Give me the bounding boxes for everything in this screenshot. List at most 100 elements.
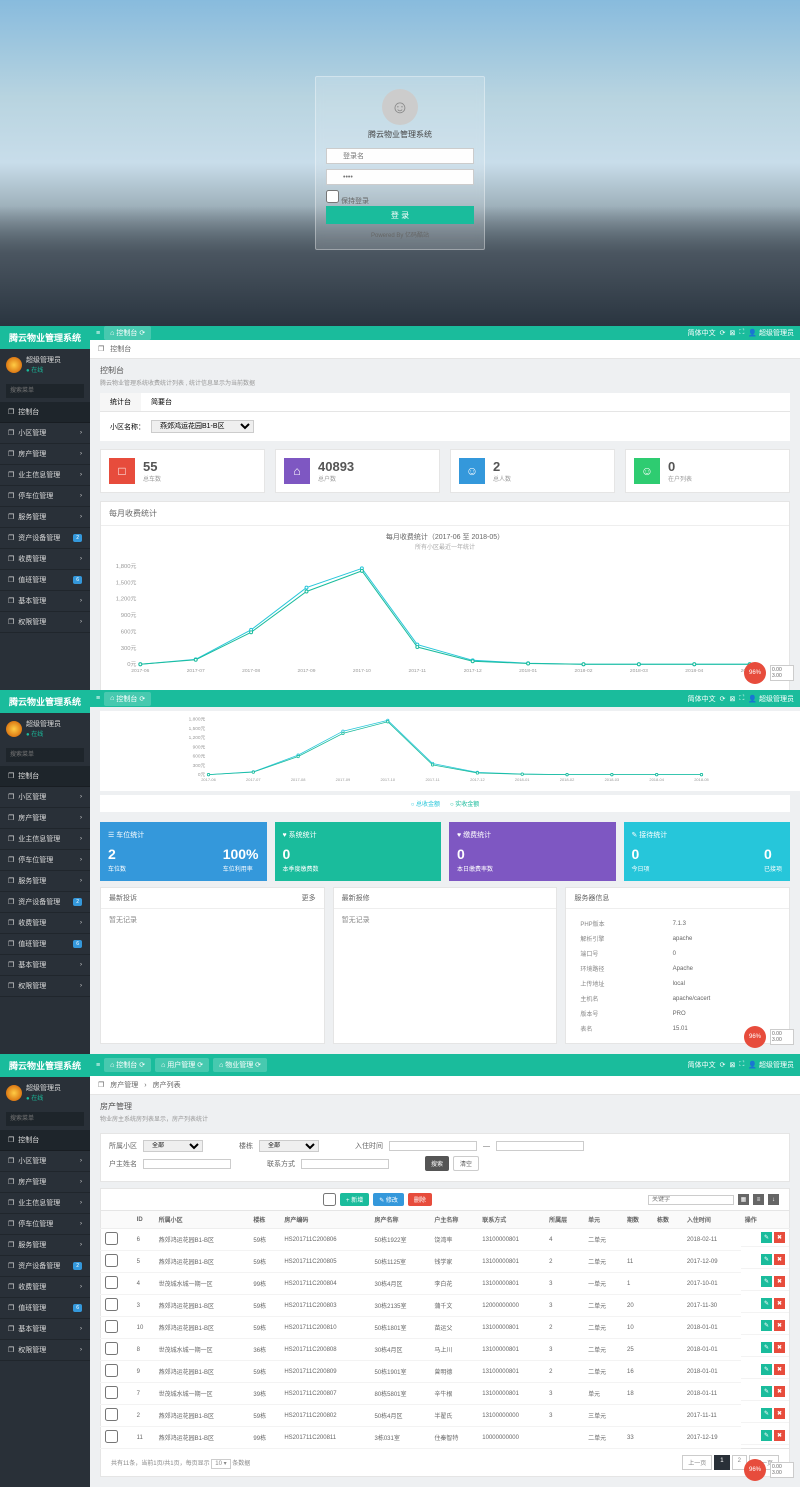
export-icon[interactable]: ↓ <box>768 1194 779 1205</box>
tab-1[interactable]: ⌂ 用户管理 ⟳ <box>155 1058 209 1072</box>
row-checkbox[interactable] <box>105 1342 118 1355</box>
page-size-select[interactable]: 10 ▾ <box>211 1459 230 1469</box>
edit-row-icon[interactable]: ✎ <box>761 1298 772 1309</box>
menu-icon[interactable]: ≡ <box>96 330 100 337</box>
sidebar-item-9[interactable]: ❐ 基本管理› <box>0 591 90 612</box>
sidebar-item-9[interactable]: ❐ 基本管理› <box>0 1319 90 1340</box>
row-checkbox[interactable] <box>105 1276 118 1289</box>
edit-row-icon[interactable]: ✎ <box>761 1430 772 1441</box>
close-icon[interactable]: ⟳ <box>139 329 145 337</box>
sidebar-item-8[interactable]: ❐ 值班管理6 <box>0 1298 90 1319</box>
row-checkbox[interactable] <box>105 1430 118 1443</box>
sidebar-item-4[interactable]: ❐ 停车位管理› <box>0 486 90 507</box>
sidebar-item-3[interactable]: ❐ 业主信息管理› <box>0 1193 90 1214</box>
delete-row-icon[interactable]: ✖ <box>774 1408 785 1419</box>
sidebar-item-3[interactable]: ❐ 业主信息管理› <box>0 465 90 486</box>
more-link[interactable]: 更多 <box>302 893 316 903</box>
filter-date-to[interactable] <box>496 1141 584 1151</box>
menu-icon[interactable]: ≡ <box>96 695 100 702</box>
row-checkbox[interactable] <box>105 1364 118 1377</box>
close-icon[interactable]: ⊠ <box>730 329 736 337</box>
edit-row-icon[interactable]: ✎ <box>761 1342 772 1353</box>
lang-select[interactable]: 简体中文 <box>688 328 716 338</box>
refresh-icon[interactable]: ⟳ <box>720 329 726 337</box>
filter-building[interactable]: 全部 <box>259 1140 319 1152</box>
sidebar-item-3[interactable]: ❐ 业主信息管理› <box>0 829 90 850</box>
user-menu[interactable]: 👤 超级管理员 <box>748 328 794 338</box>
select-all-checkbox[interactable] <box>323 1193 336 1206</box>
delete-row-icon[interactable]: ✖ <box>774 1254 785 1265</box>
sidebar-item-6[interactable]: ❐ 资产设备管理2 <box>0 528 90 549</box>
edit-row-icon[interactable]: ✎ <box>761 1254 772 1265</box>
fullscreen-icon[interactable]: ⛶ <box>739 329 744 337</box>
login-button[interactable]: 登 录 <box>326 206 474 224</box>
filter-community[interactable]: 全部 <box>143 1140 203 1152</box>
tab-2[interactable]: ⌂ 物业管理 ⟳ <box>213 1058 267 1072</box>
add-button[interactable]: + 新增 <box>340 1193 369 1206</box>
sidebar-item-5[interactable]: ❐ 服务管理› <box>0 871 90 892</box>
row-checkbox[interactable] <box>105 1254 118 1267</box>
row-checkbox[interactable] <box>105 1386 118 1399</box>
sidebar-item-6[interactable]: ❐ 资产设备管理2 <box>0 892 90 913</box>
row-checkbox[interactable] <box>105 1408 118 1421</box>
sidebar-item-5[interactable]: ❐ 服务管理› <box>0 507 90 528</box>
sidebar-item-10[interactable]: ❐ 权限管理› <box>0 612 90 633</box>
list-view-icon[interactable]: ≡ <box>753 1194 764 1205</box>
page-1[interactable]: 1 <box>714 1455 729 1470</box>
sidebar-item-2[interactable]: ❐ 房产管理› <box>0 444 90 465</box>
sidebar-item-7[interactable]: ❐ 收费管理› <box>0 549 90 570</box>
row-checkbox[interactable] <box>105 1320 118 1333</box>
sidebar-item-5[interactable]: ❐ 服务管理› <box>0 1235 90 1256</box>
delete-row-icon[interactable]: ✖ <box>774 1232 785 1243</box>
refresh-icon[interactable]: ⟳ <box>720 695 726 703</box>
filter-phone[interactable] <box>301 1159 389 1169</box>
delete-row-icon[interactable]: ✖ <box>774 1364 785 1375</box>
delete-row-icon[interactable]: ✖ <box>774 1342 785 1353</box>
search-button[interactable]: 搜索 <box>425 1156 449 1171</box>
edit-row-icon[interactable]: ✎ <box>761 1320 772 1331</box>
row-checkbox[interactable] <box>105 1298 118 1311</box>
edit-row-icon[interactable]: ✎ <box>761 1232 772 1243</box>
sidebar-item-6[interactable]: ❐ 资产设备管理2 <box>0 1256 90 1277</box>
password-input[interactable] <box>326 169 474 185</box>
username-input[interactable] <box>326 148 474 164</box>
sidebar-item-7[interactable]: ❐ 收费管理› <box>0 1277 90 1298</box>
sidebar-item-2[interactable]: ❐ 房产管理› <box>0 1172 90 1193</box>
sidebar-item-7[interactable]: ❐ 收费管理› <box>0 913 90 934</box>
sidebar-item-1[interactable]: ❐ 小区管理› <box>0 423 90 444</box>
tab-home[interactable]: ⌂ 控制台 ⟳ <box>104 326 151 340</box>
sidebar-item-8[interactable]: ❐ 值班管理6 <box>0 934 90 955</box>
sidebar-item-8[interactable]: ❐ 值班管理6 <box>0 570 90 591</box>
edit-button[interactable]: ✎ 修改 <box>373 1193 404 1206</box>
grid-view-icon[interactable]: ▦ <box>738 1194 749 1205</box>
delete-button[interactable]: 删除 <box>408 1193 432 1206</box>
search-input[interactable] <box>648 1195 734 1205</box>
prev-page[interactable]: 上一页 <box>682 1455 712 1470</box>
sidebar-item-2[interactable]: ❐ 房产管理› <box>0 808 90 829</box>
tab-stats[interactable]: 统计台 <box>100 393 141 411</box>
sidebar-item-10[interactable]: ❐ 权限管理› <box>0 976 90 997</box>
delete-row-icon[interactable]: ✖ <box>774 1320 785 1331</box>
sidebar-item-4[interactable]: ❐ 停车位管理› <box>0 1214 90 1235</box>
row-checkbox[interactable] <box>105 1232 118 1245</box>
tab-0[interactable]: ⌂ 控制台 ⟳ <box>104 1058 151 1072</box>
tab-brief[interactable]: 简要台 <box>141 393 182 411</box>
tab-home[interactable]: ⌂ 控制台 ⟳ <box>104 692 151 706</box>
filter-date-from[interactable] <box>389 1141 477 1151</box>
sidebar-search[interactable] <box>6 384 84 398</box>
delete-row-icon[interactable]: ✖ <box>774 1386 785 1397</box>
sidebar-search[interactable] <box>6 1112 84 1126</box>
sidebar-item-10[interactable]: ❐ 权限管理› <box>0 1340 90 1361</box>
sidebar-item-9[interactable]: ❐ 基本管理› <box>0 955 90 976</box>
sidebar-item-0[interactable]: ❐ 控制台 <box>0 402 90 423</box>
sidebar-item-4[interactable]: ❐ 停车位管理› <box>0 850 90 871</box>
edit-row-icon[interactable]: ✎ <box>761 1364 772 1375</box>
edit-row-icon[interactable]: ✎ <box>761 1276 772 1287</box>
sidebar-item-0[interactable]: ❐ 控制台 <box>0 766 90 787</box>
delete-row-icon[interactable]: ✖ <box>774 1276 785 1287</box>
sidebar-item-1[interactable]: ❐ 小区管理› <box>0 787 90 808</box>
sidebar-item-1[interactable]: ❐ 小区管理› <box>0 1151 90 1172</box>
fullscreen-icon[interactable]: ⛶ <box>739 695 744 703</box>
remember-checkbox[interactable]: 保持登录 <box>326 198 369 205</box>
close-icon[interactable]: ⊠ <box>730 695 736 703</box>
